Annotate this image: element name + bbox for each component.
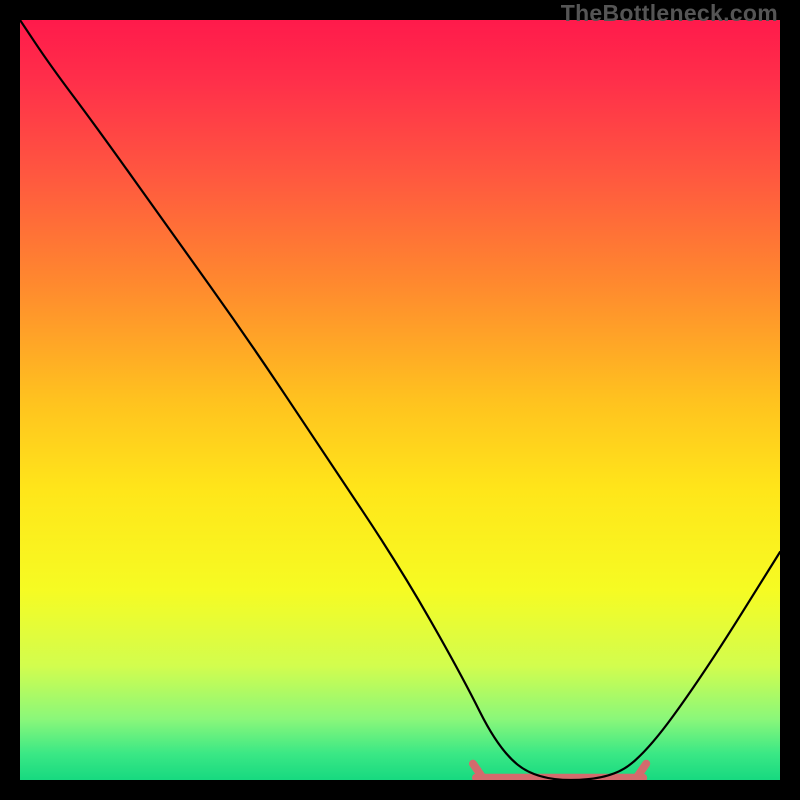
bottleneck-chart	[20, 20, 780, 780]
gradient-background	[20, 20, 780, 780]
watermark-text: TheBottleneck.com	[561, 0, 778, 27]
